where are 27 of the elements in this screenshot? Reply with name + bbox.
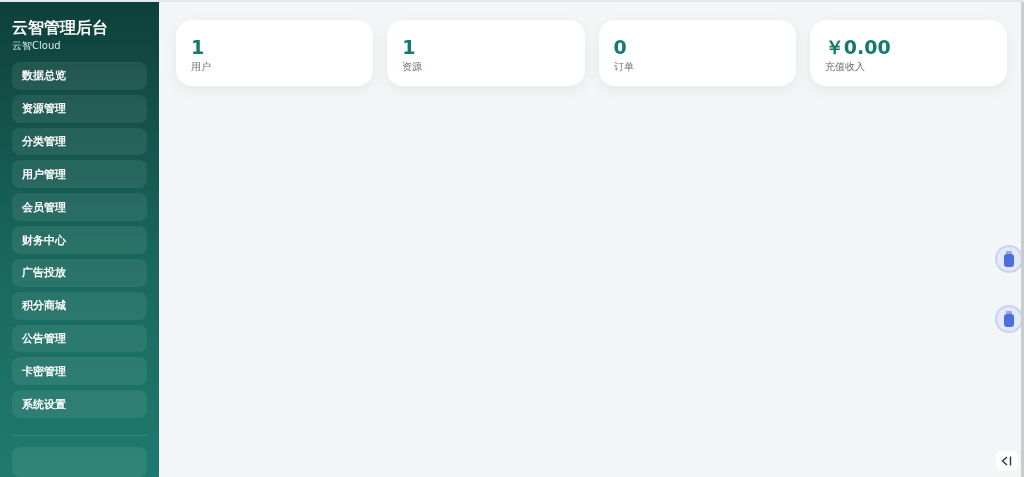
collapse-button[interactable] <box>996 451 1018 471</box>
usb-drive-icon <box>1003 311 1015 327</box>
app-subtitle: 云智Cloud <box>12 39 62 53</box>
stat-label: 资源 <box>402 60 424 74</box>
stat-label: 用户 <box>191 60 212 74</box>
stat-value: 0 <box>613 36 628 58</box>
sidebar-item[interactable]: 用户管理 <box>12 160 147 189</box>
sidebar-item[interactable]: 财务中心 <box>12 226 147 254</box>
stat-value: 1 <box>191 36 206 58</box>
sidebar-item[interactable]: 积分商城 <box>12 291 147 320</box>
sidebar-item[interactable]: 卡密管理 <box>12 357 147 386</box>
sidebar-item[interactable]: 系统设置 <box>12 390 147 419</box>
stat-value: ￥0.00 <box>824 36 892 58</box>
sidebar-item[interactable]: 资源管理 <box>12 94 147 123</box>
sidebar-item[interactable]: 分类管理 <box>12 127 147 156</box>
stat-label: 充值收入 <box>824 60 866 74</box>
sidebar-item[interactable]: 数据总览 <box>12 62 147 90</box>
app-title: 云智管理后台 <box>12 18 109 38</box>
sidebar-item[interactable]: 公告管理 <box>12 324 147 353</box>
usb-drive-icon <box>1003 251 1015 267</box>
stat-value: 1 <box>402 36 417 58</box>
usb-drive-button[interactable] <box>997 307 1021 331</box>
sidebar-item[interactable]: 会员管理 <box>12 193 147 222</box>
usb-drive-button[interactable] <box>997 247 1021 271</box>
sidebar-item[interactable]: 广告投放 <box>12 258 147 287</box>
stat-label: 订单 <box>613 60 635 74</box>
collapse-icon <box>1001 455 1013 467</box>
